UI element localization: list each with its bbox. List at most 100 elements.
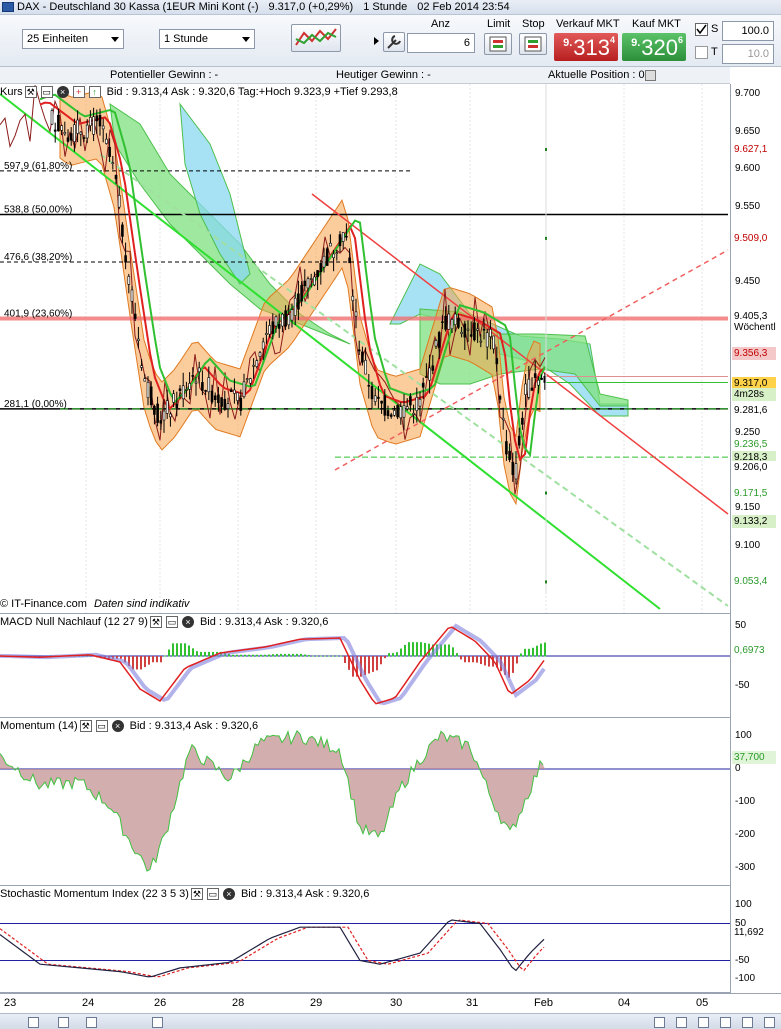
position-close-icon[interactable]: [645, 70, 656, 81]
close-icon[interactable]: ×: [56, 86, 69, 98]
wrench-icon[interactable]: ⚒: [190, 888, 203, 900]
stochastic-panel[interactable]: Stochastic Momentum Index (22 3 5 3) ⚒ ▭…: [0, 886, 730, 993]
scroll-left-icon[interactable]: [676, 1017, 687, 1028]
momentum-chart[interactable]: [0, 718, 730, 886]
sell-market-button[interactable]: 9. 313 4: [554, 33, 618, 61]
momentum-panel[interactable]: Momentum (14) ⚒ ▭ × Bid : 9.313,4 Ask : …: [0, 718, 730, 886]
stop-button[interactable]: [519, 33, 547, 55]
fib-label: 401,9 (23,60%): [4, 308, 72, 319]
momentum-panel-header: Momentum (14) ⚒ ▭ × Bid : 9.313,4 Ask : …: [0, 720, 258, 732]
price-chart[interactable]: 597,9 (61,80%) 538,8 (50,00%) 476,6 (38,20…: [0, 84, 730, 614]
s-input[interactable]: 100.0: [722, 21, 774, 41]
time-tick: 29: [310, 997, 323, 1009]
candle-body: [332, 253, 335, 258]
macd-chart[interactable]: [0, 614, 730, 718]
candle-body: [236, 392, 239, 401]
sell-price-main: 313: [573, 35, 610, 60]
price-chart-panel[interactable]: 597,9 (61,80%) 538,8 (50,00%) 476,6 (38,20…: [0, 84, 730, 614]
candle-body: [441, 321, 444, 323]
units-select[interactable]: 25 Einheiten: [22, 29, 124, 49]
window-icon[interactable]: ▭: [95, 720, 108, 732]
period-select[interactable]: 1 Stunde: [159, 29, 255, 49]
draw-icon[interactable]: [86, 1017, 97, 1028]
close-icon[interactable]: ×: [181, 616, 194, 628]
order-marker: [545, 491, 547, 495]
zoom-out-icon[interactable]: [720, 1017, 731, 1028]
candle-body: [223, 398, 227, 410]
macd-histogram-bar: [260, 654, 262, 657]
candle-body: [217, 394, 220, 404]
candle-body: [402, 405, 406, 418]
wrench-icon[interactable]: ⚒: [24, 86, 37, 98]
order-marker: [545, 580, 547, 584]
close-icon[interactable]: ×: [222, 888, 235, 900]
macd-histogram-bar: [448, 644, 450, 657]
period-select-value: 1 Stunde: [164, 33, 209, 45]
zoom-in-icon[interactable]: [698, 1017, 709, 1028]
candle-body: [220, 397, 223, 407]
candle-body: [57, 114, 60, 132]
macd-panel[interactable]: MACD Null Nachlauf (12 27 9) ⚒ ▭ × Bid :…: [0, 614, 730, 718]
window-icon[interactable]: ▭: [206, 888, 219, 900]
candle-body: [258, 352, 262, 357]
chevron-down-icon: [242, 36, 250, 42]
candle-body: [271, 321, 275, 334]
buy-market-button[interactable]: 9. 320 6: [622, 33, 686, 61]
macd-histogram-bar: [140, 656, 142, 670]
window-icon[interactable]: ▭: [165, 616, 178, 628]
price-tag: 9.053,4: [732, 575, 776, 589]
zoom-icon[interactable]: [28, 1017, 39, 1028]
wrench-icon[interactable]: ⚒: [149, 616, 162, 628]
candle-body: [313, 276, 316, 286]
candle-body: [60, 125, 63, 131]
candle-body: [63, 132, 67, 135]
candle-body: [453, 313, 457, 325]
macd-tick: -50: [735, 680, 750, 691]
scroll-right-icon[interactable]: [742, 1017, 753, 1028]
datetime: 02 Feb 2014 23:54: [417, 1, 510, 13]
candle-body: [153, 406, 156, 415]
candle-body: [533, 373, 537, 378]
t-checkbox[interactable]: [695, 46, 708, 59]
wrench-icon[interactable]: ⚒: [79, 720, 92, 732]
anz-value: 6: [463, 37, 470, 49]
maximize-icon[interactable]: [764, 1017, 775, 1028]
stochastic-tick: 100: [735, 899, 752, 910]
expand-arrow-icon[interactable]: [374, 37, 379, 45]
indicator-button[interactable]: [291, 24, 341, 52]
candle-body: [133, 313, 137, 319]
credit-source: © IT-Finance.com: [0, 598, 87, 610]
macd-histogram-bar: [292, 653, 294, 657]
candle-body: [405, 406, 409, 410]
stochastic-chart[interactable]: [0, 886, 730, 993]
candle-body: [268, 325, 271, 335]
wrench-button[interactable]: [383, 32, 405, 52]
limit-button[interactable]: [484, 33, 512, 55]
last-price: 9.317,0 (+0,29%): [268, 1, 354, 13]
s-checkbox[interactable]: [695, 23, 708, 36]
candle-body: [524, 383, 527, 395]
price-tag: 4m28s: [732, 387, 776, 401]
window-icon[interactable]: ▭: [40, 86, 53, 98]
candle-body: [92, 116, 95, 135]
info-bar: Potentieller Gewinn : - Heutiger Gewinn …: [0, 67, 730, 84]
settings-icon[interactable]: [654, 1017, 665, 1028]
time-axis: 23 24 26 28 29 30 31 Feb 04 05: [0, 993, 781, 1013]
t-input[interactable]: 10.0: [722, 44, 774, 64]
candle-body: [498, 395, 502, 400]
chart-type-icon[interactable]: [58, 1017, 69, 1028]
layout-icon[interactable]: [152, 1017, 163, 1028]
macd-histogram-bar: [544, 642, 546, 657]
candle-body: [124, 255, 127, 263]
units-select-value: 25 Einheiten: [27, 33, 89, 45]
candle-body: [517, 435, 521, 446]
anz-input[interactable]: 6: [407, 33, 475, 53]
buy-order-icon[interactable]: ↑: [88, 86, 101, 98]
anz-label: Anz: [431, 18, 450, 30]
macd-histogram-bar: [452, 647, 454, 657]
candle-body: [409, 396, 412, 406]
close-icon[interactable]: ×: [111, 720, 124, 732]
limit-label: Limit: [487, 18, 511, 30]
sell-order-icon[interactable]: +: [72, 86, 85, 98]
candle-body: [82, 137, 86, 139]
